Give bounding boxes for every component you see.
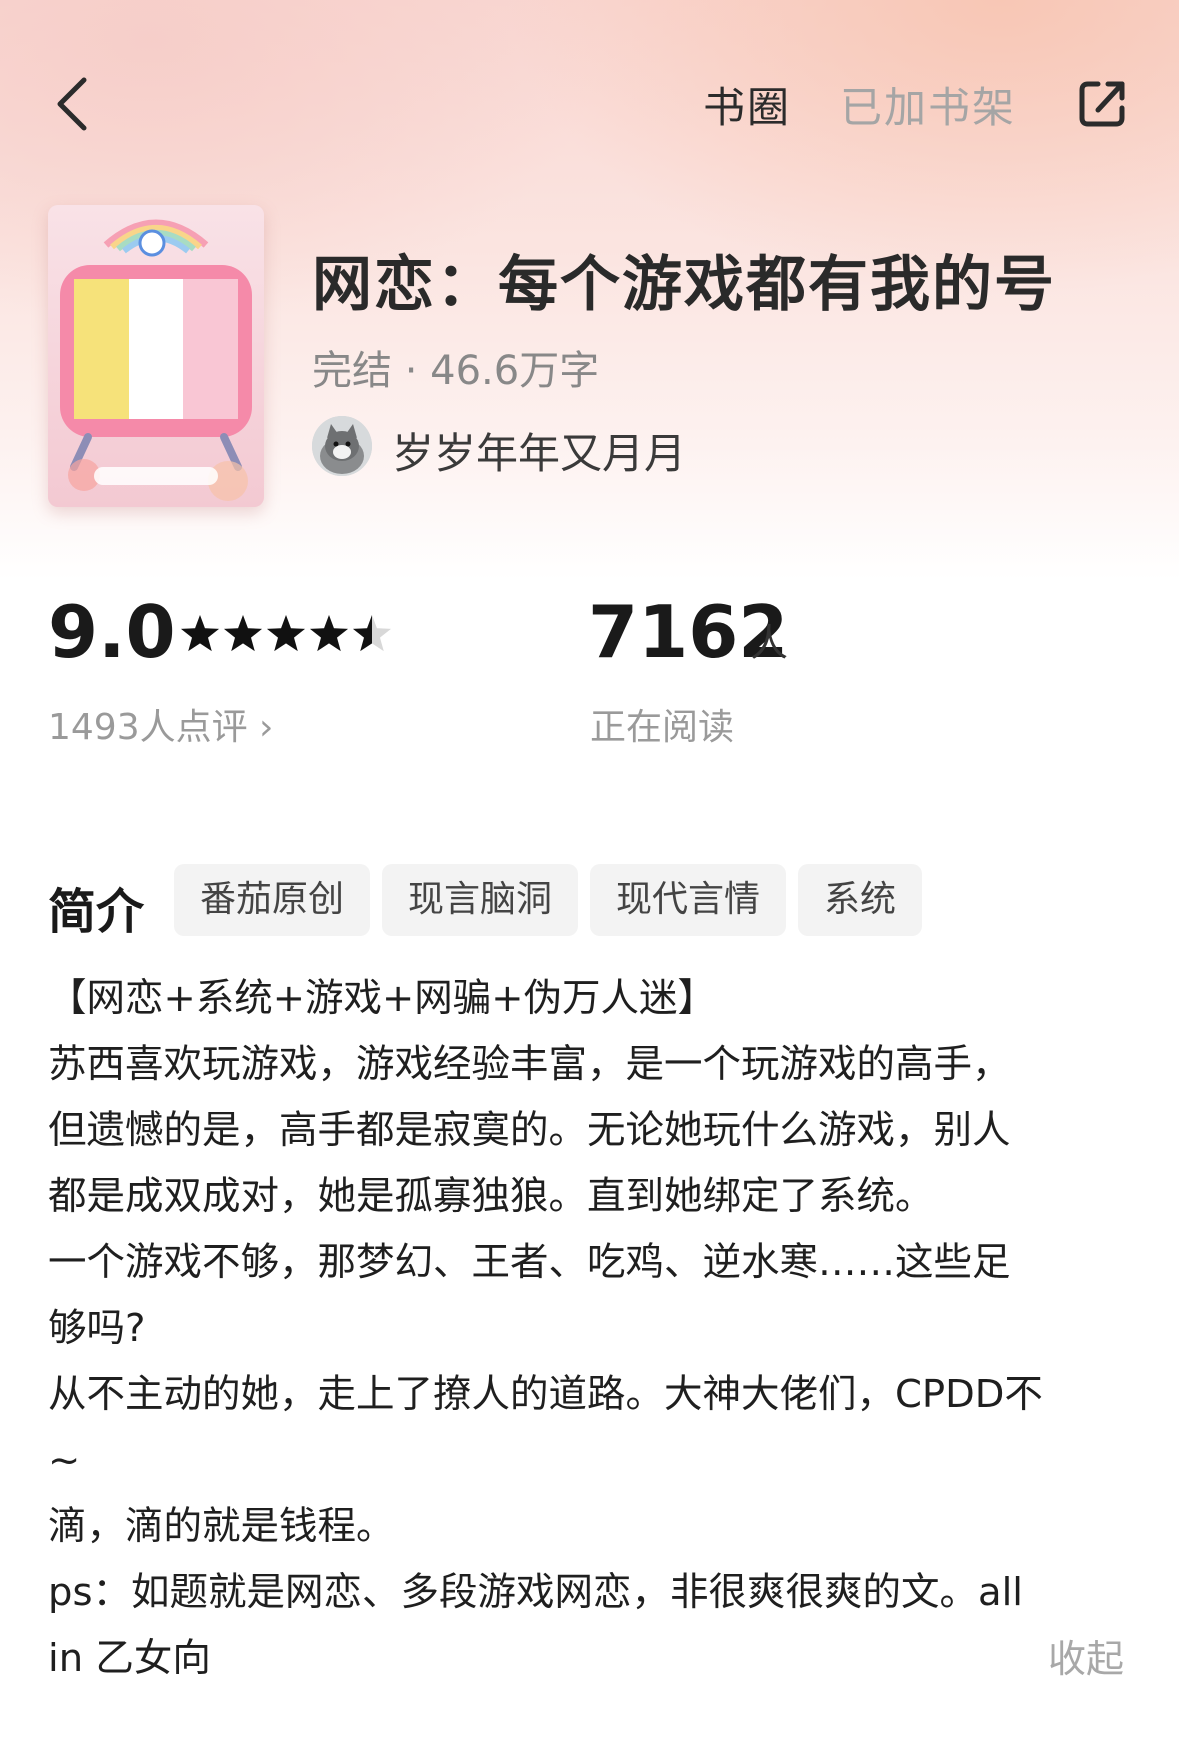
book-title: 网恋：每个游戏都有我的号 [312,250,1056,320]
star-rating-icons [180,615,392,652]
collapse-button[interactable]: 收起 [1048,1628,1124,1683]
share-icon [1079,81,1125,127]
readers-label: 正在阅读 [590,707,735,748]
synopsis-line: 但遗憾的是，高手都是寂寞的。无论她玩什么游戏，别人 [48,1108,1011,1153]
added-to-shelf-button[interactable]: 已加书架 [840,74,1016,135]
book-status-wordcount: 完结 · 46.6万字 [312,348,600,394]
book-circle-link[interactable]: 书圈 [703,74,791,135]
synopsis-line: ~ [48,1438,81,1483]
star-filled-icon [266,615,306,652]
synopsis-line: 一个游戏不够，那梦幻、王者、吃鸡、逆水寒……这些足 [48,1240,1011,1285]
star-filled-icon [180,615,220,652]
top-navigation-bar: 书圈 已加书架 [0,60,1179,150]
synopsis-line: 滴，滴的就是钱程。 [48,1504,395,1549]
synopsis-line: 苏西喜欢玩游戏，游戏经验丰富，是一个玩游戏的高手， [48,1042,1011,1087]
synopsis-line: 够吗? [48,1306,146,1351]
rating-score: 9.0 [48,590,176,674]
author-avatar[interactable] [312,416,372,476]
genre-tags: 番茄原创 现言脑洞 现代言情 系统 [174,864,923,936]
tag-modern-romance-fantasy[interactable]: 现言脑洞 [382,864,579,936]
tag-system[interactable]: 系统 [798,864,923,936]
star-filled-icon [309,615,349,652]
back-button[interactable] [48,74,98,134]
chevron-left-icon [57,77,87,131]
readers-unit: 人 [750,621,789,665]
tag-modern-romance[interactable]: 现代言情 [590,864,787,936]
synopsis-line: in 乙女向 [48,1636,211,1681]
star-filled-icon [223,615,263,652]
book-cover[interactable] [48,205,264,507]
cat-avatar-icon [312,416,372,476]
tag-fanqie-original[interactable]: 番茄原创 [174,864,371,936]
rating-stars [180,612,420,658]
synopsis-line: 【网恋+系统+游戏+网骗+伪万人迷】 [48,976,717,1021]
synopsis-text: 【网恋+系统+游戏+网骗+伪万人迷】 苏西喜欢玩游戏，游戏经验丰富，是一个玩游戏… [48,966,1132,1692]
book-cover-illustration [48,205,264,507]
share-button[interactable] [1076,76,1130,130]
author-name[interactable]: 岁岁年年又月月 [392,420,686,481]
synopsis-line: ps：如题就是网恋、多段游戏网恋，非很爽很爽的文。all [48,1570,1023,1615]
synopsis-line: 都是成双成对，她是孤寡独狼。直到她绑定了系统。 [48,1174,934,1219]
review-count-link[interactable]: 1493人点评 › [48,698,273,750]
intro-heading: 简介 [48,884,145,940]
synopsis-line: 从不主动的她，走上了撩人的道路。大神大佬们，CPDD不 [48,1372,1043,1417]
